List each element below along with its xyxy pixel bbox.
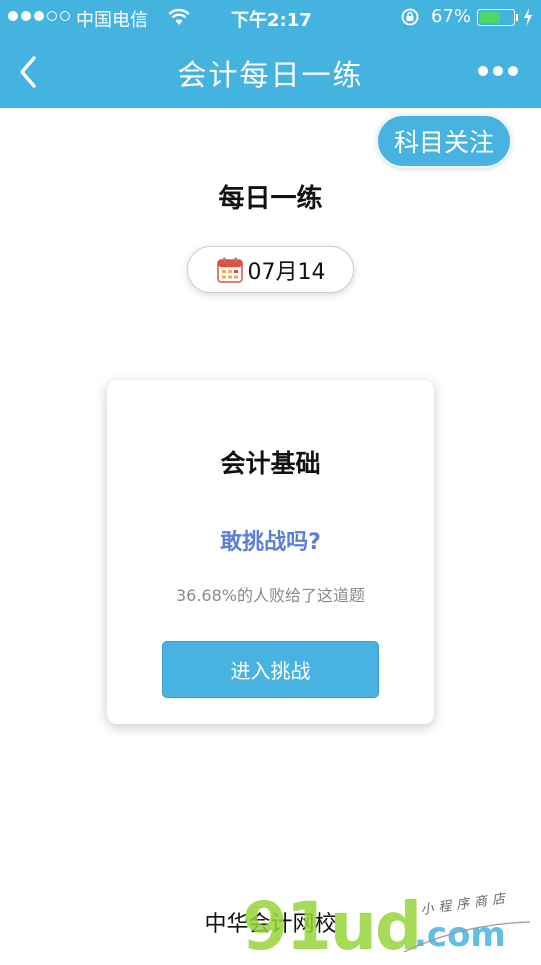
status-time: 下午2:17 <box>231 10 312 31</box>
charging-icon <box>524 8 532 26</box>
rotation-lock-icon <box>401 8 419 26</box>
fail-rate-text: 36.68%的人败给了这道题 <box>175 586 365 605</box>
signal-strength-icon <box>8 11 70 21</box>
page-title-bar: 会计每日一练 <box>177 58 364 92</box>
subject-title: 会计基础 <box>220 449 321 478</box>
more-button[interactable] <box>478 62 518 80</box>
follow-subject-button[interactable]: 科目关注 <box>376 114 512 168</box>
watermark-swoosh <box>403 921 531 953</box>
enter-challenge-button[interactable]: 进入挑战 <box>162 641 379 698</box>
date-label: 07月14 <box>247 259 326 285</box>
calendar-icon <box>216 257 243 283</box>
challenge-prompt: 敢挑战吗? <box>220 530 321 555</box>
more-dots-icon <box>478 66 488 76</box>
battery-icon <box>477 9 515 26</box>
page-title: 每日一练 <box>218 184 323 214</box>
battery-level-fill <box>480 12 501 23</box>
question-card: 会计基础 敢挑战吗? 36.68%的人败给了这道题 进入挑战 <box>107 380 434 724</box>
battery-percent: 67% <box>431 6 472 27</box>
app-header: 中国电信 下午2:17 67% 会计每日一练 <box>0 0 541 108</box>
carrier-name: 中国电信 <box>76 10 148 31</box>
date-selector[interactable]: 07月14 <box>187 246 354 293</box>
status-bar: 中国电信 下午2:17 67% <box>0 0 541 36</box>
watermark-logo: 91ud <box>242 888 422 965</box>
wifi-icon <box>168 8 190 25</box>
